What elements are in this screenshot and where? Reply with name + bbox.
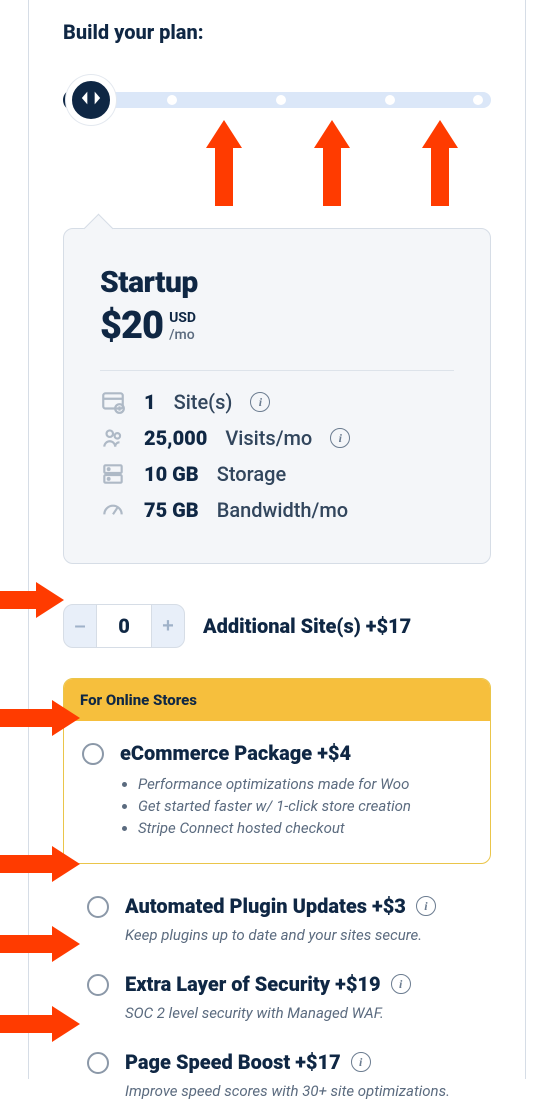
addon-radio[interactable] (87, 1052, 109, 1074)
feature-bandwidth: 75 GB Bandwidth/mo (100, 497, 454, 523)
slider-stop (473, 95, 483, 105)
info-icon[interactable]: i (250, 392, 270, 412)
addon-speed-boost: Page Speed Boost +$17 i Improve speed sc… (87, 1050, 491, 1100)
feature-value: 10 GB (144, 462, 199, 486)
annotation-arrow-up-icon (206, 120, 242, 206)
addon-title: Automated Plugin Updates +$3 (125, 894, 406, 918)
info-icon[interactable]: i (330, 428, 350, 448)
build-plan-heading: Build your plan: (63, 20, 491, 44)
addon-desc: Keep plugins up to date and your sites s… (125, 926, 491, 944)
annotation-arrow-up-icon (422, 120, 458, 206)
ecommerce-bullets: Performance optimizations made for Woo G… (120, 775, 472, 837)
annotation-arrow-right-icon (0, 1006, 80, 1042)
plan-summary-card: Startup $20 USD /mo 1 Site(s) i 25,000 V… (63, 228, 491, 564)
bullet-item: Stripe Connect hosted checkout (138, 819, 472, 837)
addon-plugin-updates: Automated Plugin Updates +$3 i Keep plug… (87, 894, 491, 944)
online-stores-banner: For Online Stores (64, 679, 490, 721)
annotation-arrow-up-icon (314, 120, 350, 206)
feature-label: Bandwidth/mo (217, 498, 348, 522)
slider-stop (276, 95, 286, 105)
feature-sites: 1 Site(s) i (100, 389, 454, 415)
feature-label: Visits/mo (225, 426, 312, 450)
slider-track (63, 92, 491, 108)
annotation-arrow-right-icon (0, 926, 80, 962)
stepper-increment-button[interactable]: + (152, 605, 184, 647)
slider-stop (167, 95, 177, 105)
gauge-icon (100, 497, 126, 523)
slider-stop (385, 95, 395, 105)
ecommerce-radio[interactable] (82, 743, 104, 765)
additional-sites-row: – 0 + Additional Site(s) +$17 (63, 604, 491, 648)
feature-value: 75 GB (144, 498, 199, 522)
browser-plus-icon (100, 389, 126, 415)
bullet-item: Get started faster w/ 1-click store crea… (138, 797, 472, 815)
users-icon (100, 425, 126, 451)
feature-value: 1 (144, 390, 156, 414)
addon-radio[interactable] (87, 896, 109, 918)
ecommerce-title: eCommerce Package +$4 (120, 741, 472, 765)
annotation-arrow-right-icon (0, 582, 64, 618)
stepper-count: 0 (96, 605, 152, 647)
price-currency: USD (169, 310, 196, 327)
feature-storage: 10 GB Storage (100, 461, 454, 487)
addon-security: Extra Layer of Security +$19 i SOC 2 lev… (87, 972, 491, 1022)
price-period: /mo (169, 327, 196, 344)
additional-sites-label: Additional Site(s) +$17 (203, 614, 411, 638)
stepper-decrement-button[interactable]: – (64, 605, 96, 647)
feature-label: Storage (217, 462, 286, 486)
plan-price: $20 USD /mo (100, 304, 454, 348)
plan-tier-slider[interactable] (63, 82, 491, 118)
info-icon[interactable]: i (351, 1052, 371, 1072)
addon-desc: SOC 2 level security with Managed WAF. (125, 1004, 491, 1022)
addon-title: Page Speed Boost +$17 (125, 1050, 341, 1074)
bullet-item: Performance optimizations made for Woo (138, 775, 472, 793)
info-icon[interactable]: i (416, 896, 436, 916)
addon-title: Extra Layer of Security +$19 (125, 972, 381, 996)
plan-name: Startup (100, 265, 454, 300)
additional-sites-stepper: – 0 + (63, 604, 185, 648)
storage-icon (100, 461, 126, 487)
addon-desc: Improve speed scores with 30+ site optim… (125, 1082, 491, 1100)
price-amount: $20 (100, 304, 163, 348)
ecommerce-addon-card: For Online Stores eCommerce Package +$4 … (63, 678, 491, 864)
addon-radio[interactable] (87, 974, 109, 996)
info-icon[interactable]: i (391, 974, 411, 994)
feature-label: Site(s) (174, 390, 233, 414)
feature-value: 25,000 (144, 426, 207, 450)
divider (100, 370, 454, 371)
drag-horizontal-icon (80, 87, 102, 113)
annotation-arrow-right-icon (0, 846, 80, 882)
annotation-arrow-right-icon (0, 700, 80, 736)
slider-handle[interactable] (66, 75, 116, 125)
feature-visits: 25,000 Visits/mo i (100, 425, 454, 451)
